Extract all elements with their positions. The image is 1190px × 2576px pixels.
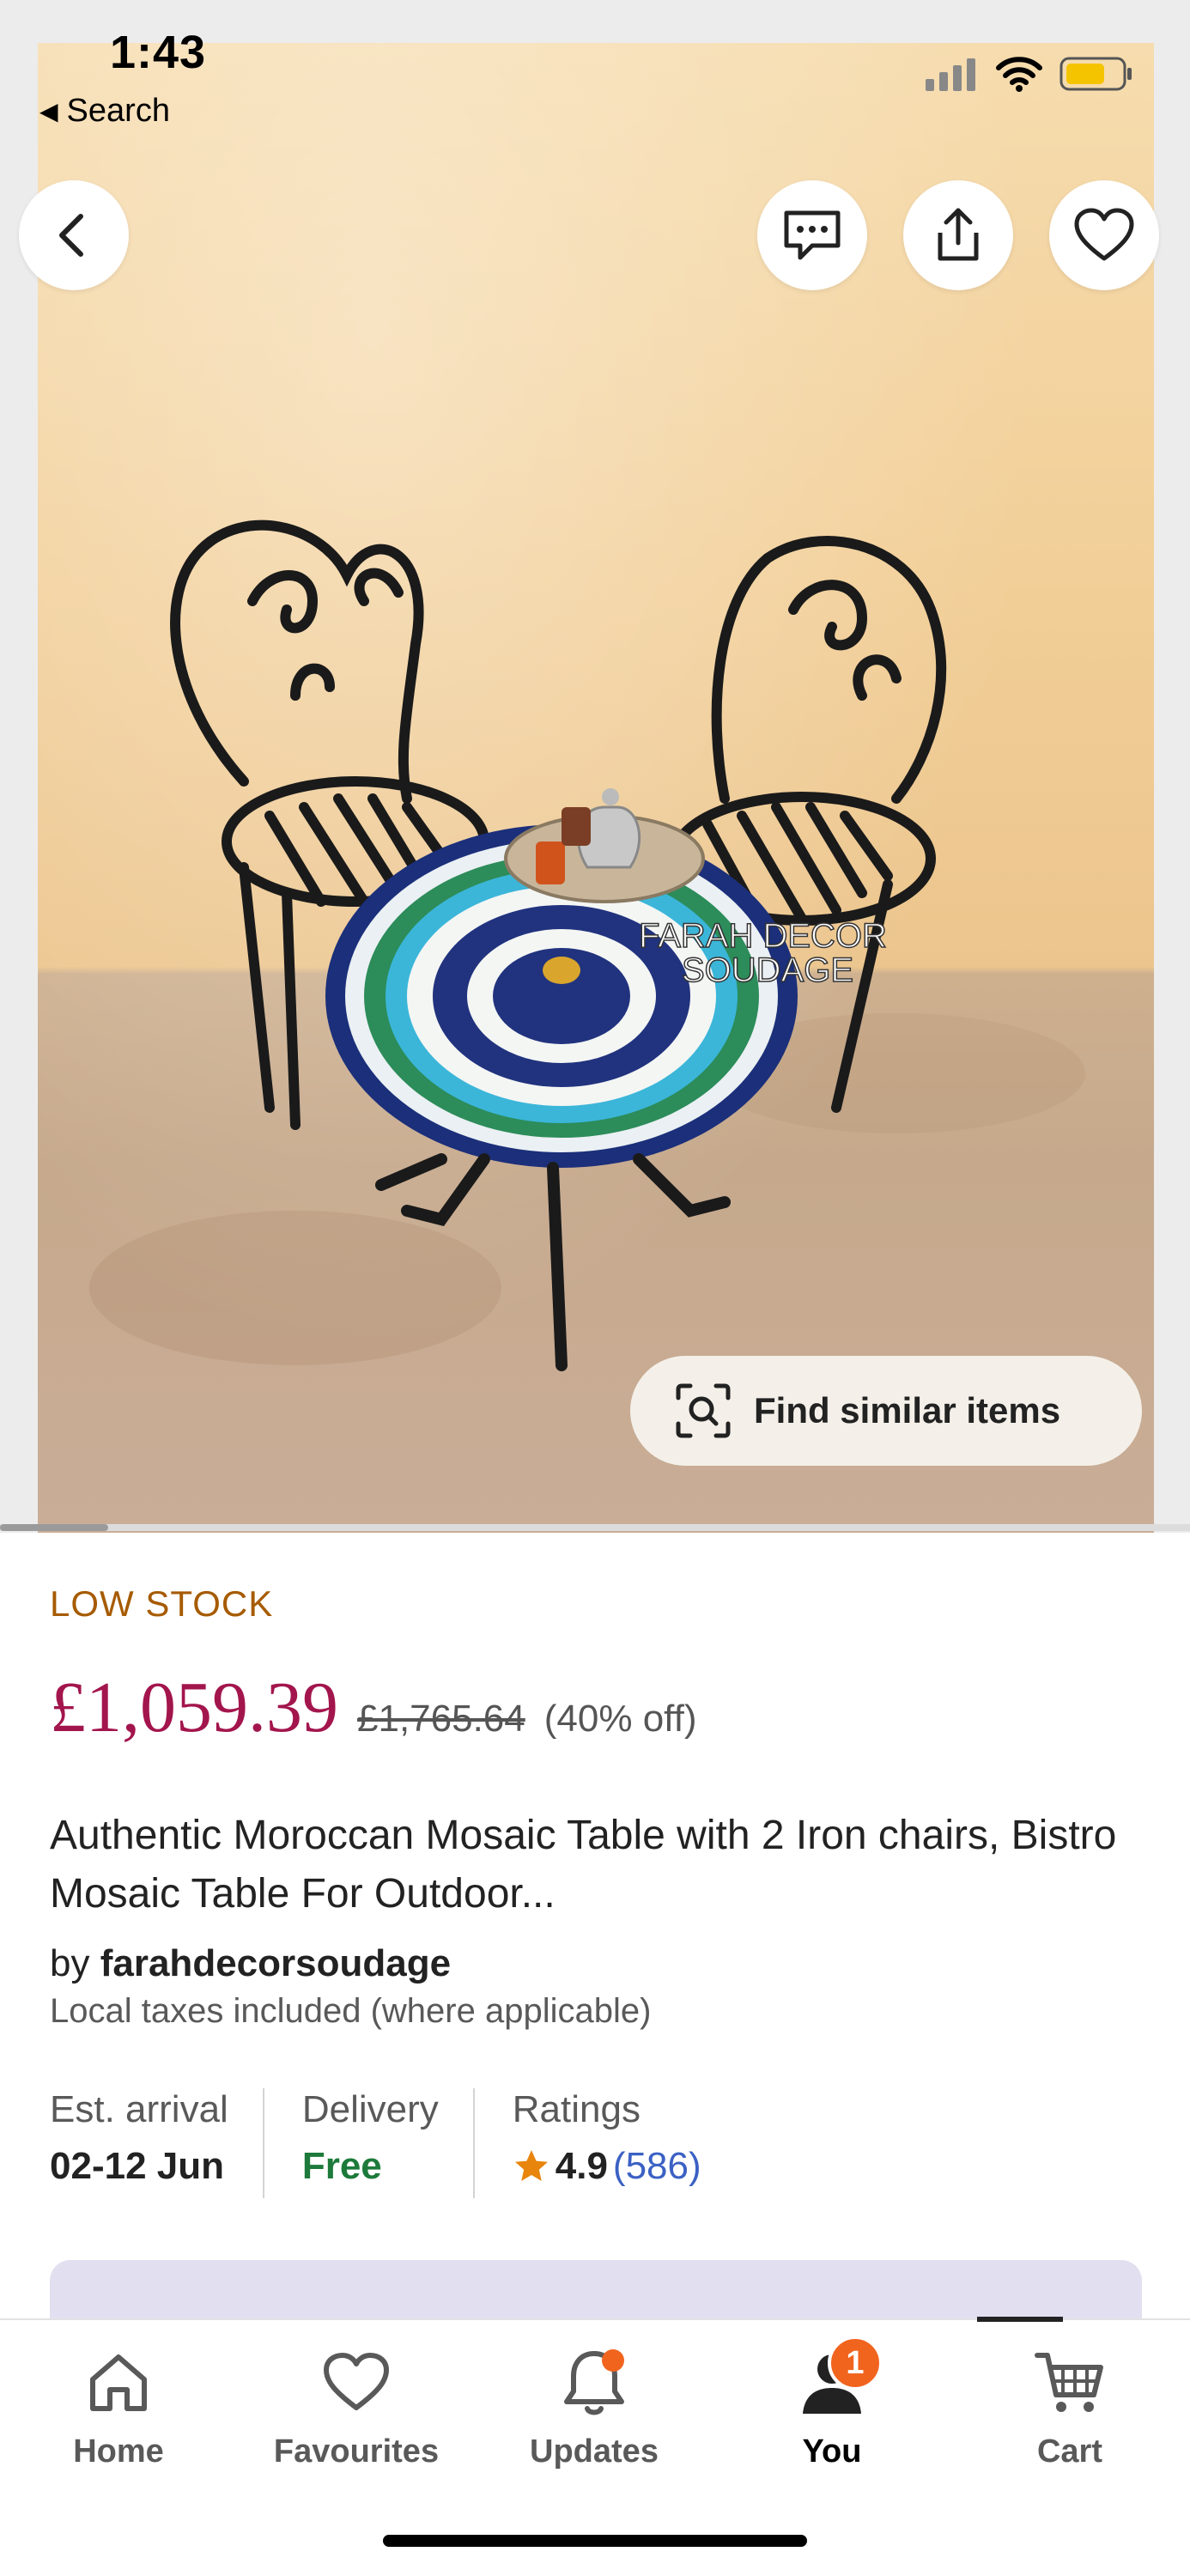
tab-indicator <box>977 2317 1063 2322</box>
tab-home[interactable]: Home <box>33 2344 204 2470</box>
back-triangle-icon: ◀ <box>39 98 58 125</box>
image-scroll-indicator <box>0 1524 1190 1531</box>
tab-updates[interactable]: Updates <box>508 2344 680 2470</box>
tab-favourites-label: Favourites <box>273 2433 440 2470</box>
cellular-signal-icon <box>926 58 975 91</box>
arrival-stat: Est. arrival 02-12 Jun <box>50 2088 263 2200</box>
delivery-label: Delivery <box>301 2088 439 2130</box>
updates-notification-dot <box>602 2349 624 2372</box>
find-similar-items-button[interactable]: Find similar items <box>630 1356 1142 1466</box>
tab-updates-label: Updates <box>530 2433 659 2470</box>
seller-prefix: by <box>50 1942 90 1984</box>
back-to-app-link[interactable]: ◀ Search <box>39 93 170 130</box>
product-image-carousel[interactable]: FARAH DECOR SOUDAGE 1:43 ◀ Search Find s… <box>0 0 1190 1533</box>
image-scroll-thumb <box>0 1524 108 1531</box>
tab-home-label: Home <box>73 2433 164 2470</box>
tab-you[interactable]: 1 You <box>746 2336 918 2470</box>
visual-search-icon <box>676 1383 731 1438</box>
sale-price: £1,059.39 <box>50 1668 338 1747</box>
home-indicator[interactable] <box>383 2535 807 2547</box>
back-to-app-label: Search <box>66 93 170 129</box>
rating-count-link[interactable]: (586) <box>613 2145 701 2188</box>
price-row: £1,059.39 £1,765.64 (40% off) <box>50 1666 696 1749</box>
wifi-icon <box>996 57 1042 92</box>
arrival-value: 02-12 Jun <box>50 2145 224 2187</box>
tab-cart-label: Cart <box>1036 2433 1103 2470</box>
message-seller-button[interactable] <box>757 180 867 290</box>
you-badge: 1 <box>828 2336 883 2391</box>
tab-cart[interactable]: Cart <box>984 2344 1156 2470</box>
delivery-value: Free <box>301 2145 382 2187</box>
home-icon <box>90 2354 147 2411</box>
star-icon <box>514 2150 548 2181</box>
ratings-stat[interactable]: Ratings 4.9 (586) <box>475 2088 701 2200</box>
tab-you-label: You <box>802 2433 862 2470</box>
share-button[interactable] <box>903 180 1013 290</box>
tax-note: Local taxes included (where applicable) <box>50 1992 652 2030</box>
seller-name-link[interactable]: farahdecorsoudage <box>100 1942 451 1984</box>
back-button[interactable] <box>19 180 129 290</box>
share-icon <box>938 208 979 261</box>
find-similar-items-label: Find similar items <box>754 1390 1061 1431</box>
back-arrow-icon <box>59 214 83 257</box>
product-stats: Est. arrival 02-12 Jun Delivery Free Rat… <box>50 2088 701 2200</box>
delivery-stat: Delivery Free <box>264 2088 473 2200</box>
message-icon <box>784 210 841 260</box>
original-price: £1,765.64 <box>357 1698 525 1740</box>
status-icons <box>926 55 1133 93</box>
tab-favourites[interactable]: Favourites <box>270 2344 442 2470</box>
battery-icon <box>1059 57 1132 91</box>
cart-icon <box>1035 2353 1103 2412</box>
low-stock-label: LOW STOCK <box>50 1583 274 1624</box>
arrival-label: Est. arrival <box>50 2088 228 2130</box>
watermark-line2: SOUDAGE <box>682 951 853 989</box>
rating-number: 4.9 <box>555 2145 608 2187</box>
heart-icon <box>324 2353 389 2410</box>
favourite-button[interactable] <box>1049 180 1159 290</box>
ratings-value[interactable]: 4.9 (586) <box>513 2145 701 2188</box>
watermark-line1: FARAH DECOR <box>639 917 887 955</box>
status-time: 1:43 <box>110 27 207 78</box>
seller-line: by farahdecorsoudage <box>50 1942 451 1985</box>
discount-label: (40% off) <box>543 1698 697 1740</box>
status-bar: 1:43 ◀ Search <box>0 0 1190 129</box>
heart-icon <box>1074 208 1134 261</box>
product-title[interactable]: Authentic Moroccan Mosaic Table with 2 I… <box>50 1807 1157 1923</box>
ratings-label: Ratings <box>512 2088 641 2130</box>
